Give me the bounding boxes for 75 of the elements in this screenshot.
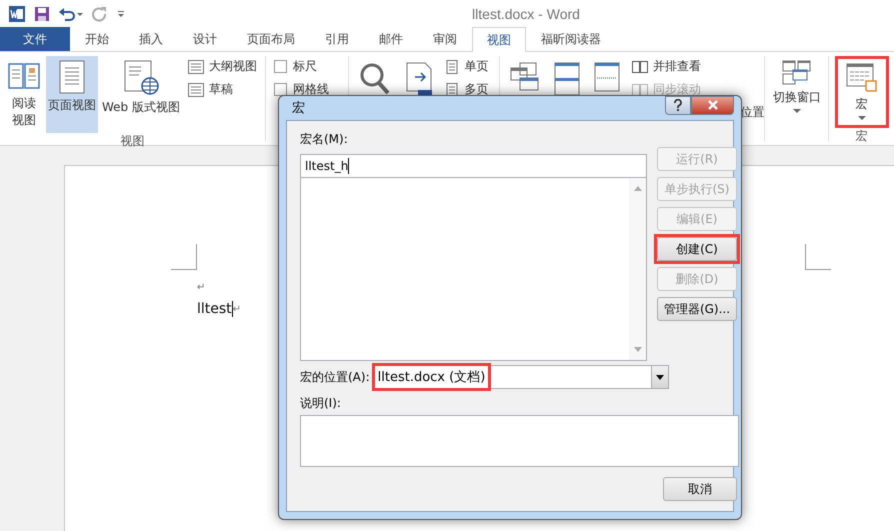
help-button[interactable] — [665, 96, 691, 114]
dropdown-arrow-icon — [792, 109, 801, 114]
word-logo-icon — [8, 4, 26, 22]
field-label: 说明(I): — [300, 395, 342, 412]
ribbon-checkbox[interactable]: 标尺 — [274, 58, 340, 75]
text-cursor — [232, 301, 233, 317]
margin-corner-mark — [171, 244, 197, 270]
dropdown-arrow-icon — [656, 374, 664, 380]
macro-location-dropdown[interactable]: lltest.docx (文档) — [374, 365, 670, 389]
ribbon-tab[interactable]: 视图 — [472, 27, 526, 52]
dialog-title: 宏 — [291, 100, 306, 117]
small-view-button[interactable]: 大纲视图 — [188, 58, 257, 75]
scroll-up-arrow-icon — [634, 186, 642, 191]
ribbon-tab[interactable]: 插入 — [124, 27, 178, 51]
dropdown-value: lltest.docx (文档) — [372, 363, 492, 391]
checkbox-label: 网格线 — [292, 81, 329, 98]
description-field[interactable] — [300, 415, 739, 467]
group-label: 宏 — [856, 128, 868, 145]
document-icon — [188, 82, 204, 96]
close-icon — [706, 100, 718, 110]
undo-icon[interactable] — [58, 6, 84, 22]
ribbon-tab[interactable]: 审阅 — [418, 27, 472, 51]
stacked-windows-icon[interactable] — [554, 62, 580, 96]
question-mark-icon — [673, 99, 683, 111]
checkbox[interactable] — [274, 83, 287, 96]
side-by-side-icon — [632, 60, 648, 74]
ribbon-tab[interactable]: 邮件 — [364, 27, 418, 51]
paragraph-mark: ↵ — [197, 282, 206, 292]
scrollbar[interactable] — [629, 178, 646, 360]
checkbox-label: 标尺 — [292, 58, 317, 75]
page-icon — [57, 60, 87, 94]
cancel-button[interactable]: 取消 — [663, 477, 737, 501]
window-title: lltest.docx - Word — [471, 6, 581, 22]
group-label: 视图 — [119, 133, 146, 150]
ribbon-tab[interactable]: 福昕阅读器 — [526, 27, 616, 51]
view-mode-button[interactable]: 页面视图 — [46, 56, 98, 133]
field-value: lltest_h — [305, 159, 348, 173]
dialog-button[interactable]: 创建(C) — [657, 237, 737, 261]
field-label: 宏名(M): — [300, 131, 349, 148]
switch-window-button[interactable]: 切换窗口 — [770, 56, 823, 118]
view-mode-button[interactable]: Web 版式视图 — [100, 56, 182, 133]
page-layout-button[interactable]: 单页 — [445, 58, 488, 75]
margin-corner-mark — [805, 244, 831, 270]
scroll-down-arrow-icon — [634, 347, 642, 352]
ribbon-checkbox[interactable]: 网格线 — [274, 81, 340, 98]
web-page-icon — [122, 60, 160, 96]
paragraph-mark: ↵ — [232, 304, 242, 314]
ribbon-tab[interactable]: 设计 — [178, 27, 232, 51]
window-option-button[interactable]: 并排查看 — [632, 58, 702, 75]
magnifier-icon[interactable] — [359, 62, 392, 96]
document-icon — [188, 60, 204, 74]
macro-list-icon — [846, 63, 878, 93]
save-icon[interactable] — [34, 6, 50, 22]
windows-icon[interactable] — [510, 62, 540, 92]
view-mode-button[interactable]: 阅读视图 — [4, 56, 44, 133]
ribbon-tab[interactable]: 开始 — [70, 27, 124, 51]
small-view-button[interactable]: 草稿 — [188, 81, 257, 98]
page-icon — [445, 82, 460, 96]
ribbon-tab[interactable]: 页面布局 — [232, 27, 310, 51]
page-zoom-icon[interactable] — [405, 62, 434, 98]
split-window-icon[interactable] — [594, 62, 620, 92]
windows-icon — [782, 60, 812, 86]
field-label: 宏的位置(A): — [300, 368, 370, 386]
page-icon — [445, 60, 460, 74]
macro-name-field[interactable]: lltest_h — [300, 154, 647, 178]
document-text: lltest — [197, 301, 232, 317]
ribbon-tab[interactable]: 引用 — [310, 27, 364, 51]
ribbon-tab[interactable]: 文件 — [0, 27, 70, 51]
text-cursor — [348, 158, 350, 174]
dialog-button[interactable]: 管理器(G)... — [657, 297, 737, 321]
checkbox[interactable] — [274, 60, 287, 73]
dropdown-arrow-icon — [858, 116, 866, 121]
close-button[interactable] — [691, 96, 734, 114]
side-by-side-icon — [632, 82, 648, 96]
macro-button[interactable]: 宏 — [834, 56, 889, 128]
